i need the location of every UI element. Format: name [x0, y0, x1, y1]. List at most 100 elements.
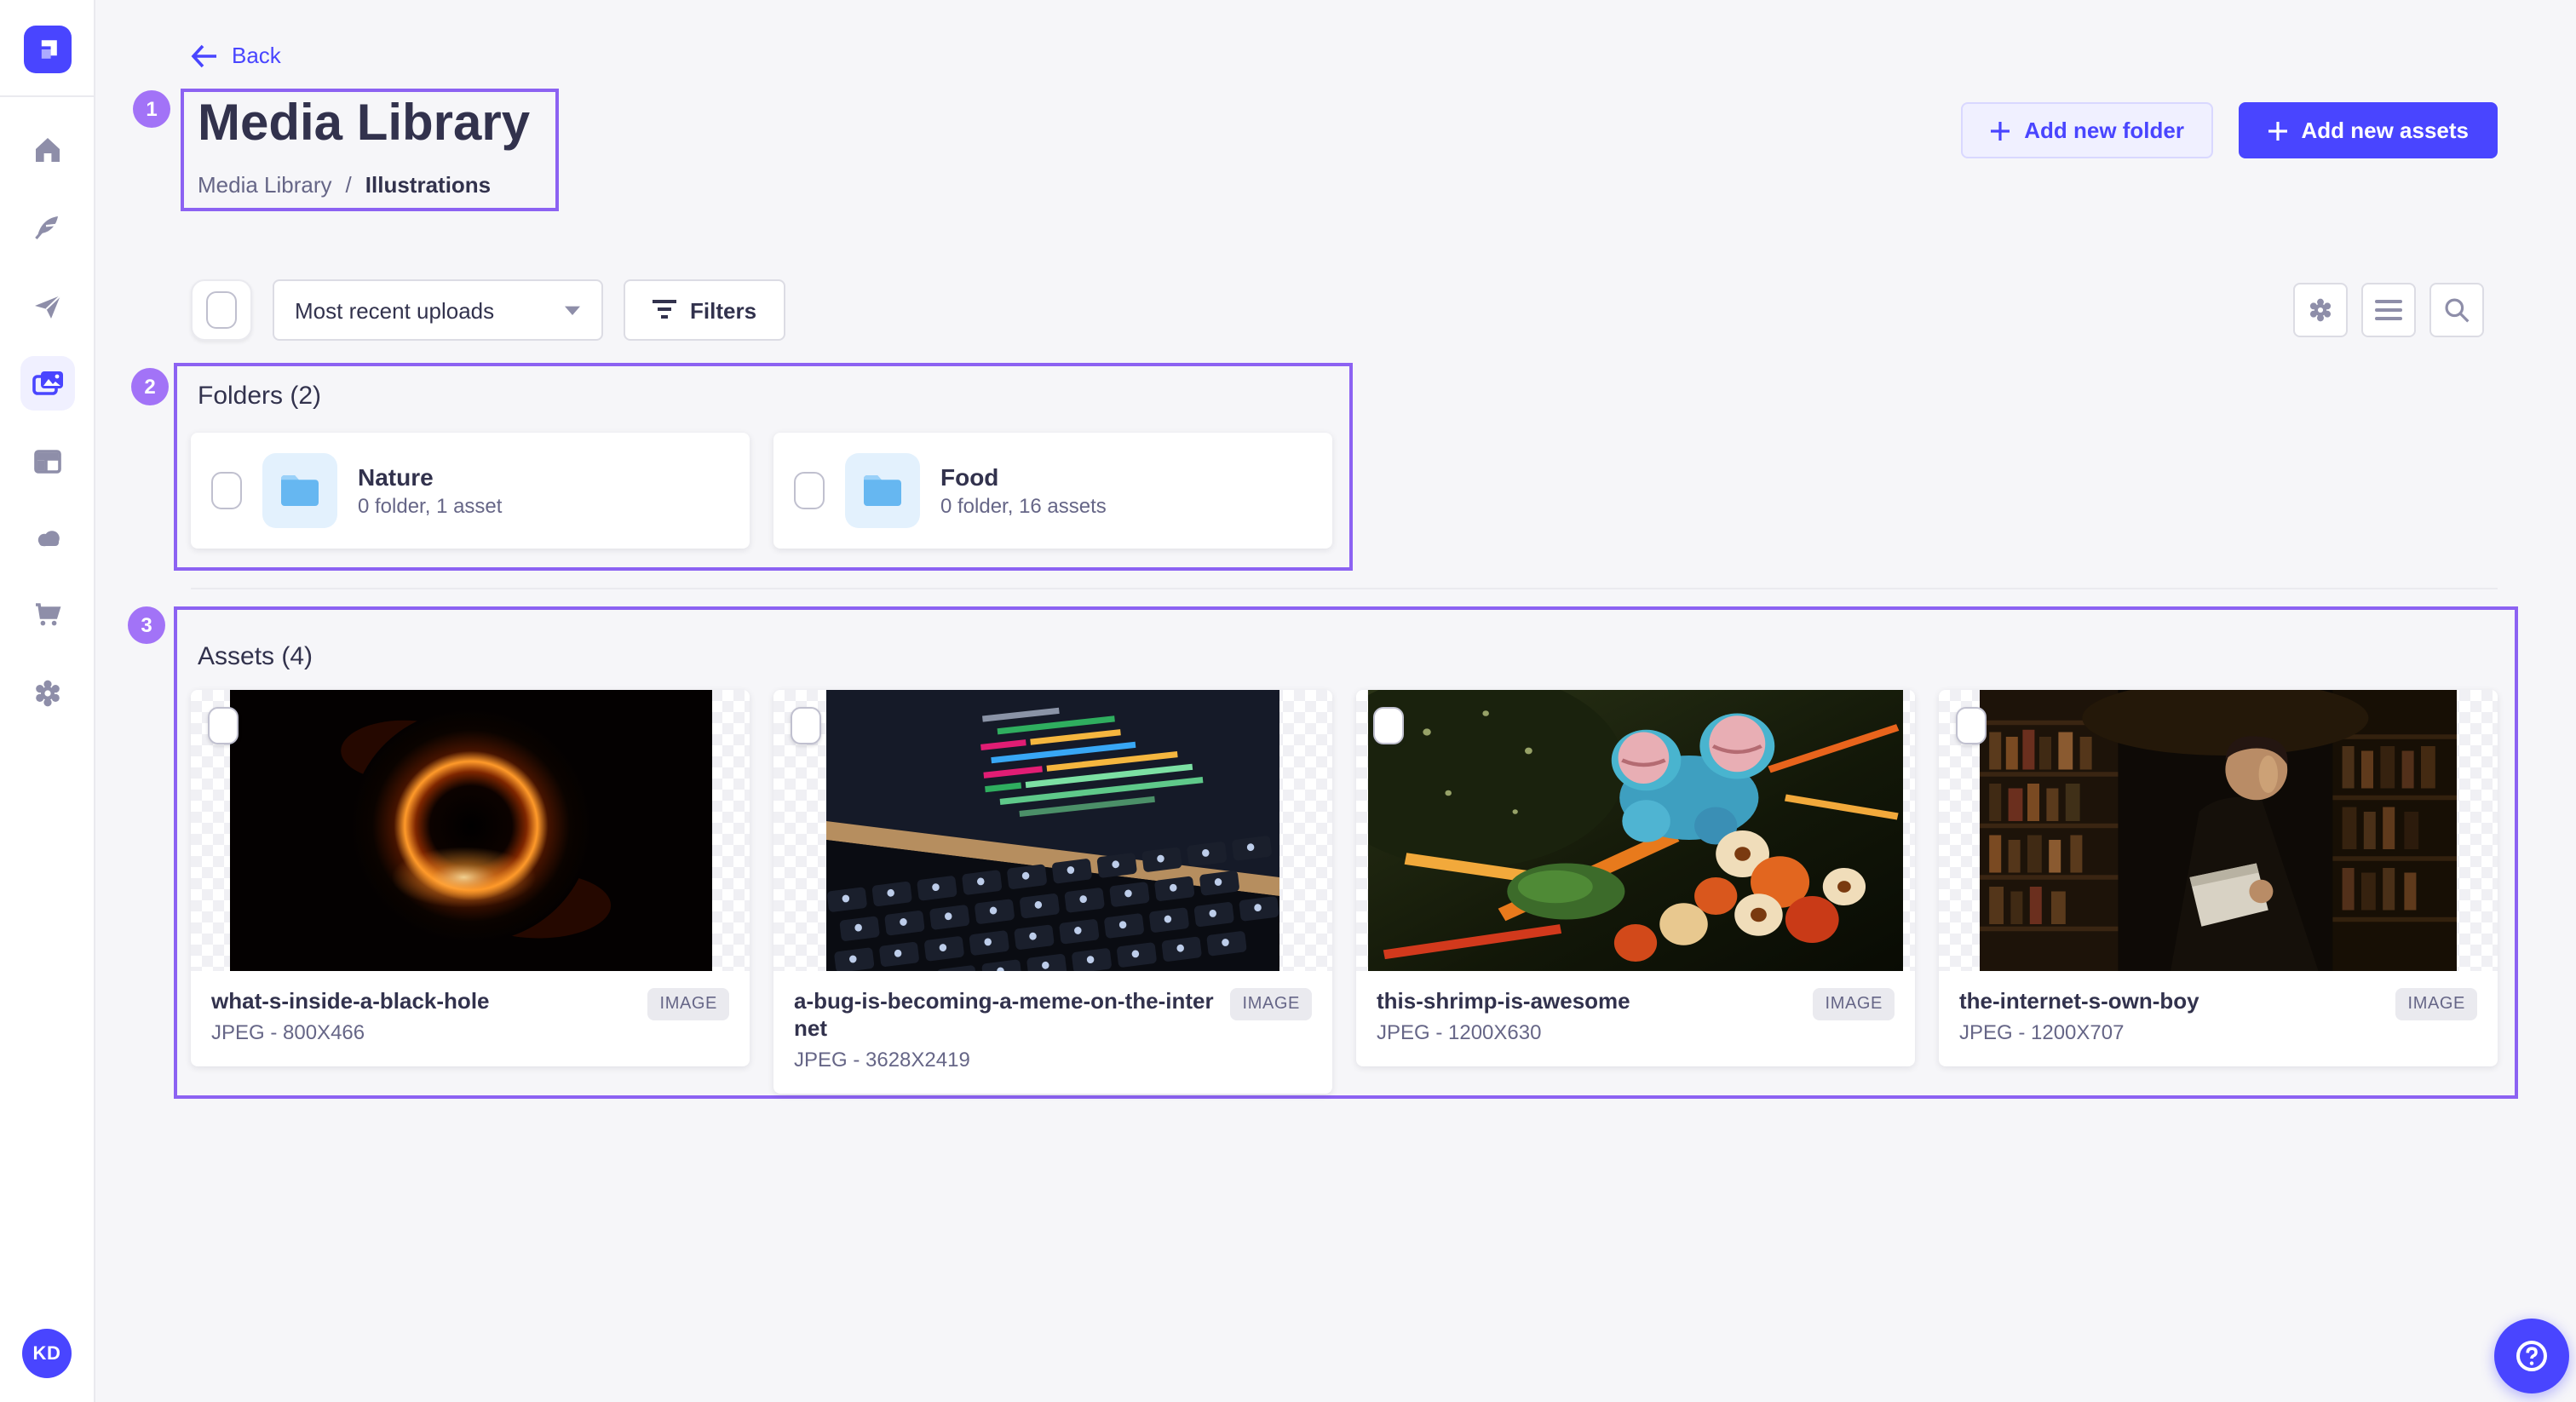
media-library-icon [29, 365, 66, 402]
plus-icon [2267, 120, 2287, 141]
sidebar-item-media-library[interactable] [20, 356, 75, 411]
asset-name: the-internet-s-own-boy [1959, 988, 2199, 1015]
breadcrumb-separator: / [346, 172, 352, 198]
asset-checkbox[interactable] [1956, 707, 1987, 744]
folder-card-nature[interactable]: Nature 0 folder, 1 asset [191, 433, 750, 549]
sidebar-item-content-type-builder[interactable] [20, 434, 75, 489]
search-button[interactable] [2429, 283, 2484, 337]
folder-name: Food [940, 462, 1107, 492]
add-new-folder-label: Add new folder [2024, 118, 2184, 143]
checkbox [206, 291, 237, 329]
folder-name: Nature [358, 462, 502, 492]
asset-checkbox[interactable] [208, 707, 239, 744]
folder-icon [279, 474, 320, 508]
sidebar-item-home[interactable] [20, 123, 75, 177]
view-options-group [2293, 283, 2484, 337]
asset-name: what-s-inside-a-black-hole [211, 988, 490, 1015]
back-label: Back [232, 43, 281, 68]
asset-meta: JPEG - 1200X707 [1959, 1019, 2199, 1046]
asset-card-bug-meme[interactable]: a-bug-is-becoming-a-meme-on-the-internet… [773, 690, 1332, 1094]
asset-card-shrimp[interactable]: this-shrimp-is-awesome JPEG - 1200X630 I… [1356, 690, 1915, 1066]
sidebar-item-settings[interactable] [20, 666, 75, 721]
filters-button[interactable]: Filters [624, 279, 785, 341]
settings-view-button[interactable] [2293, 283, 2348, 337]
paper-plane-icon [31, 290, 65, 324]
folder-card-food[interactable]: Food 0 folder, 16 assets [773, 433, 1332, 549]
asset-text: this-shrimp-is-awesome JPEG - 1200X630 [1377, 988, 1630, 1046]
asset-type-badge: IMAGE [2396, 988, 2477, 1020]
gear-icon [31, 676, 65, 710]
asset-text: the-internet-s-own-boy JPEG - 1200X707 [1959, 988, 2199, 1046]
asset-name: this-shrimp-is-awesome [1377, 988, 1630, 1015]
user-avatar[interactable]: KD [22, 1329, 72, 1378]
asset-card-internets-own-boy[interactable]: the-internet-s-own-boy JPEG - 1200X707 I… [1939, 690, 2498, 1066]
asset-text: a-bug-is-becoming-a-meme-on-the-internet… [794, 988, 1217, 1073]
folder-meta: 0 folder, 16 assets [940, 492, 1107, 520]
list-view-icon [2375, 300, 2402, 320]
folder-icon-box [262, 453, 337, 528]
breadcrumb-current: Illustrations [365, 172, 491, 198]
plus-icon [1990, 120, 2010, 141]
add-new-assets-button[interactable]: Add new assets [2238, 102, 2498, 158]
asset-name: a-bug-is-becoming-a-meme-on-the-internet [794, 988, 1217, 1043]
sidebar-item-deploy[interactable] [20, 511, 75, 566]
sort-select[interactable]: Most recent uploads [273, 279, 603, 341]
breadcrumb-root[interactable]: Media Library [198, 172, 332, 198]
add-new-folder-button[interactable]: Add new folder [1961, 102, 2213, 158]
asset-footer: the-internet-s-own-boy JPEG - 1200X707 I… [1939, 971, 2498, 1066]
feather-icon [31, 210, 65, 244]
asset-checkbox[interactable] [1373, 707, 1404, 744]
assets-grid: what-s-inside-a-black-hole JPEG - 800X46… [191, 690, 2498, 1094]
question-mark-icon [2513, 1337, 2550, 1375]
layout-icon [31, 445, 65, 479]
search-icon [2443, 296, 2470, 324]
chevron-down-icon [564, 304, 581, 316]
asset-thumbnail [773, 690, 1332, 971]
black-hole-photo [229, 690, 711, 971]
asset-thumbnail [1939, 690, 2498, 971]
back-arrow-icon [191, 43, 218, 67]
folder-text: Nature 0 folder, 1 asset [358, 462, 502, 520]
sidebar-item-releases[interactable] [20, 279, 75, 334]
section-divider [191, 588, 2498, 589]
asset-type-badge: IMAGE [648, 988, 729, 1020]
sidebar: KD [0, 0, 95, 1402]
sidebar-item-content-manager[interactable] [20, 199, 75, 254]
folder-icon [862, 474, 903, 508]
strapi-logo[interactable] [24, 26, 72, 73]
asset-footer: what-s-inside-a-black-hole JPEG - 800X46… [191, 971, 750, 1066]
sort-select-value: Most recent uploads [295, 297, 494, 323]
asset-thumbnail [191, 690, 750, 971]
sidebar-divider [0, 95, 95, 97]
help-button[interactable] [2494, 1319, 2569, 1393]
annotation-badge-3: 3 [128, 606, 165, 644]
folders-heading: Folders (2) [198, 382, 321, 411]
asset-meta: JPEG - 800X466 [211, 1019, 490, 1046]
asset-thumbnail [1356, 690, 1915, 971]
folder-checkbox[interactable] [211, 472, 242, 509]
filter-icon [653, 300, 676, 320]
asset-footer: a-bug-is-becoming-a-meme-on-the-internet… [773, 971, 1332, 1094]
asset-meta: JPEG - 3628X2419 [794, 1046, 1217, 1073]
library-portrait-photo [1980, 690, 2457, 971]
laptop-code-photo [826, 690, 1279, 971]
home-icon [31, 133, 65, 167]
filters-label: Filters [690, 297, 756, 323]
asset-checkbox[interactable] [791, 707, 821, 744]
add-new-assets-label: Add new assets [2301, 118, 2469, 143]
gear-icon [2305, 295, 2336, 325]
annotation-badge-1: 1 [133, 90, 170, 128]
assets-heading: Assets (4) [198, 642, 313, 671]
cloud-icon [31, 521, 65, 555]
asset-type-badge: IMAGE [1814, 988, 1895, 1020]
strapi-logo-glyph [32, 34, 63, 65]
list-view-button[interactable] [2361, 283, 2416, 337]
back-link[interactable]: Back [191, 43, 281, 68]
asset-card-black-hole[interactable]: what-s-inside-a-black-hole JPEG - 800X46… [191, 690, 750, 1066]
folder-checkbox[interactable] [794, 472, 825, 509]
folder-icon-box [845, 453, 920, 528]
asset-text: what-s-inside-a-black-hole JPEG - 800X46… [211, 988, 490, 1046]
select-all-checkbox[interactable] [191, 279, 252, 341]
sidebar-item-marketplace[interactable] [20, 588, 75, 642]
mantis-shrimp-photo [1368, 690, 1903, 971]
